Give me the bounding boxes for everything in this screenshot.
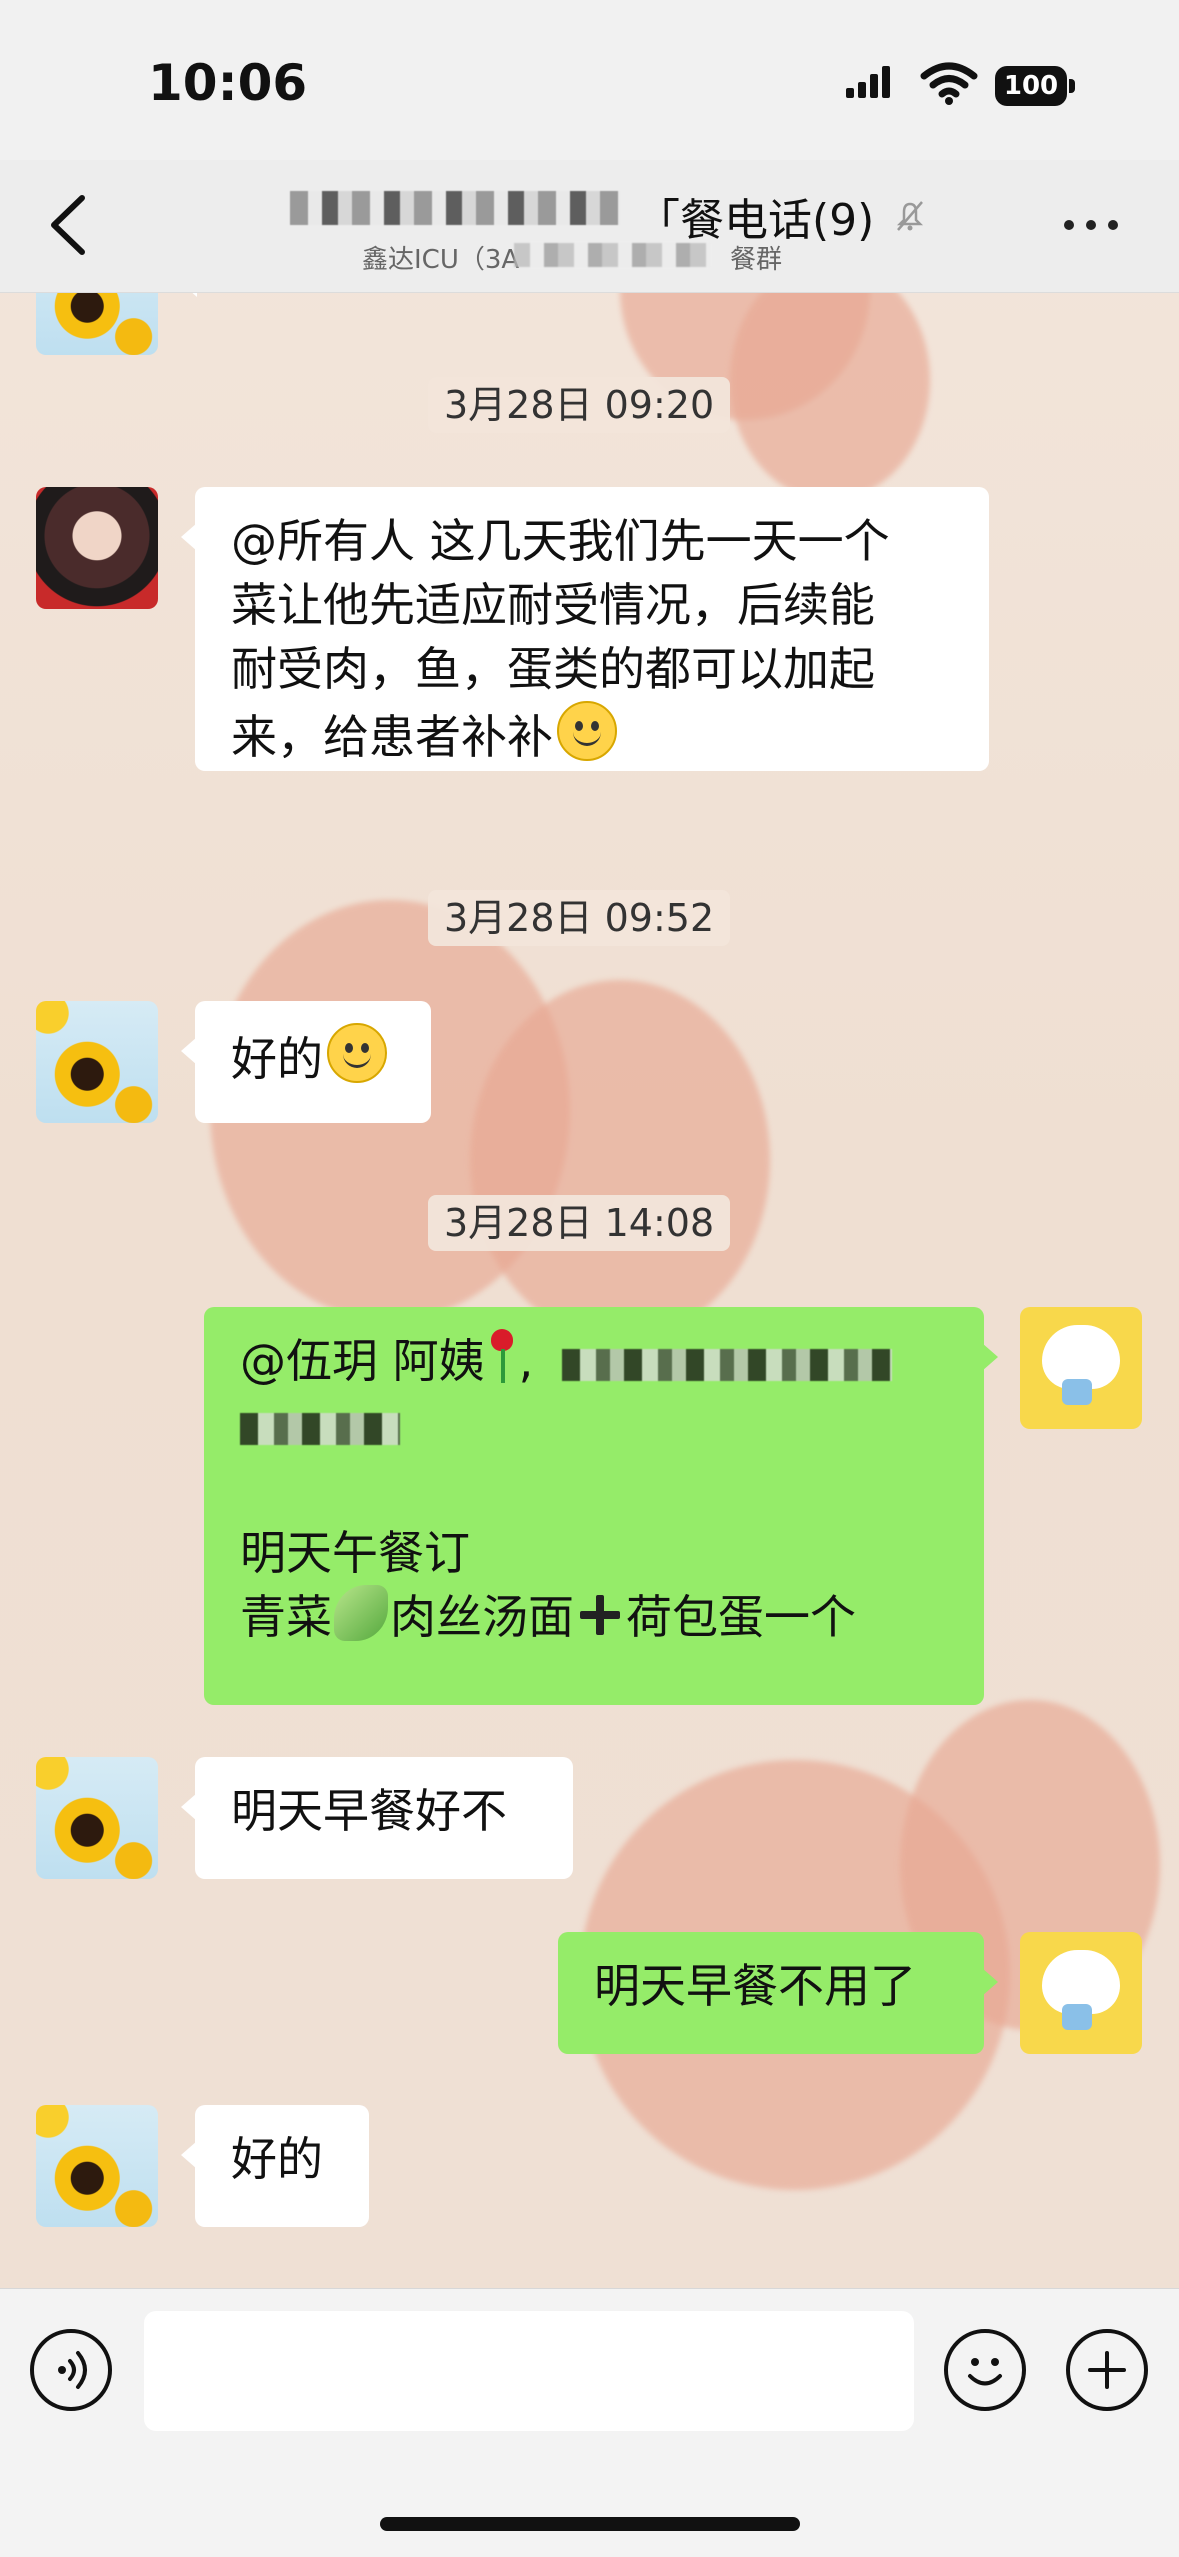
sunflower-avatar-icon[interactable] [36,1757,158,1879]
redacted-text-mosaic [240,1412,400,1445]
message-bubble[interactable]: 好的 [181,1001,431,1123]
voice-input-icon[interactable] [30,2329,112,2411]
wifi-icon [920,62,978,105]
message-text: 肉丝汤面 [390,1590,574,1644]
sunflower-avatar-icon[interactable] [36,2105,158,2227]
status-bar: 10:06 100 [0,0,1179,160]
timestamp: 3月28日 09:20 [428,377,731,433]
white-dog-avatar-icon[interactable] [1020,1932,1142,2054]
message-line: 好的 [231,2132,323,2186]
message-line: 明天早餐好不 [231,1784,507,1838]
message-line: @所有人 这几天我们先一天一个 [231,514,890,568]
message-text: 好的 [231,1032,323,1086]
smiling-face-emoji [327,1023,387,1083]
status-time: 10:06 [148,54,308,112]
message-bubble[interactable]: 好的 [181,2105,369,2227]
message-bubble[interactable]: 明天早餐不用了 [558,1932,998,2054]
redacted-title-mosaic [290,191,620,225]
add-attachment-icon[interactable] [1066,2329,1148,2411]
smiling-face-emoji [557,701,617,761]
leafy-green-emoji [334,1585,388,1641]
redacted-subtitle-mosaic [514,243,710,267]
voice-wave-icon [58,2351,87,2389]
message-text: 来，给患者补补 [231,710,553,764]
chat-header: 「餐电话(9) 鑫达ICU（3A 餐群 [0,160,1179,293]
battery-icon: 100 [995,66,1077,106]
message-input-bar [0,2288,1179,2557]
message-line: 明天午餐订 [240,1526,470,1580]
message-text: 青菜 [240,1590,332,1644]
chat-title[interactable]: 「餐电话(9) [290,180,924,246]
rose-emoji [485,1329,519,1385]
chat-subtitle-right: 餐群 [730,245,783,275]
message-bubble[interactable]: @所有人 这几天我们先一天一个 菜让他先适应耐受情况，后续能 耐受肉，鱼，蛋类的… [181,487,989,771]
separator-text: , [518,1334,534,1388]
avatar-girl-icon[interactable] [36,487,158,609]
smile-face-icon [968,2358,1002,2386]
message-line: 菜让他先适应耐受情况，后续能 [231,578,875,632]
sunflower-avatar-icon[interactable] [36,293,158,355]
chat-subtitle-left: 鑫达ICU（3A [362,245,520,275]
timestamp: 3月28日 09:52 [428,890,731,946]
message-bubble[interactable]: 明天早餐好不 [181,1757,573,1879]
message-line: @伍玥 阿姨, [240,1329,948,1393]
message-bubble[interactable]: @伍玥 阿姨, 明天午餐订 青菜 肉丝汤面 荷包蛋一个 [204,1307,998,1705]
message-line-with-emoji: 好的 [231,1023,395,1091]
mention-text: @伍玥 阿姨 [240,1334,485,1388]
message-line: 青菜 肉丝汤面 荷包蛋一个 [240,1585,948,1649]
timestamp: 3月28日 14:08 [428,1195,731,1251]
message-line [240,1393,948,1457]
home-indicator [380,2517,800,2531]
signal-icon [846,66,890,98]
emoji-picker-icon[interactable] [944,2329,1026,2411]
white-dog-avatar-icon[interactable] [1020,1307,1142,1429]
chat-subtitle: 鑫达ICU（3A 餐群 [362,239,832,279]
chat-messages[interactable]: 3月28日 09:20 @所有人 这几天我们先一天一个 菜让他先适应耐受情况，后… [0,293,1179,2288]
battery-level: 100 [995,66,1067,106]
back-icon[interactable] [44,190,94,260]
message-line-with-emoji: 来，给患者补补 [231,701,953,769]
redacted-text-mosaic [561,1348,892,1381]
message-input[interactable] [144,2311,914,2431]
plus-emoji-icon [576,1591,624,1639]
message-empty-line [240,1457,948,1521]
message-text: 荷包蛋一个 [626,1590,856,1644]
message-line: 耐受肉，鱼，蛋类的都可以加起 [231,642,875,696]
more-icon[interactable] [1064,220,1124,232]
battery-tip [1069,79,1075,93]
mute-icon [896,201,924,231]
plus-icon [1088,2351,1126,2389]
sunflower-avatar-icon[interactable] [36,1001,158,1123]
message-line: 明天早餐不用了 [594,1959,916,2013]
